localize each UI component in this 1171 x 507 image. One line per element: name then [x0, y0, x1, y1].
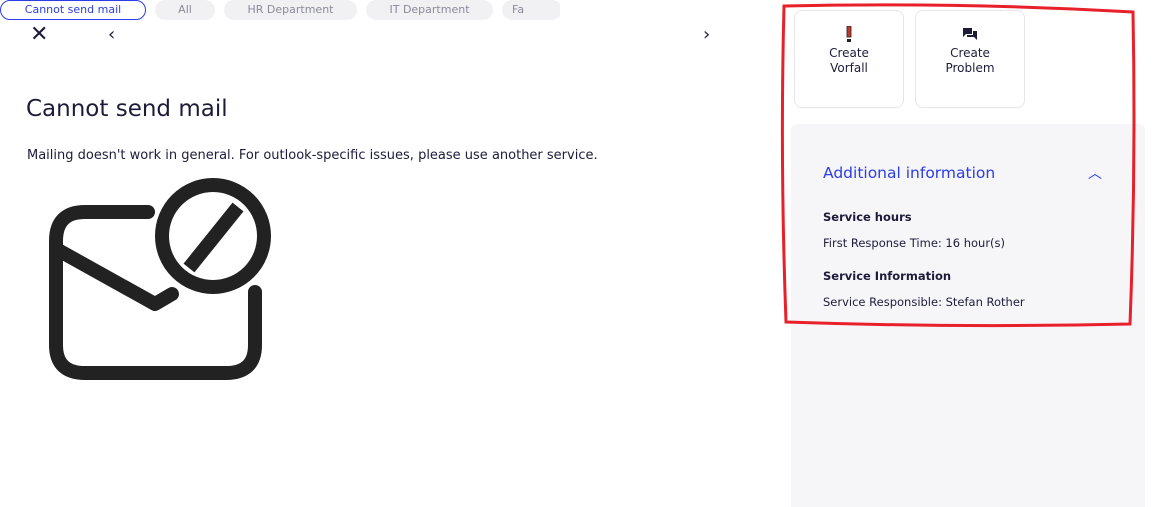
exclamation-icon [846, 26, 852, 42]
additional-info-title[interactable]: Additional information [823, 164, 995, 182]
create-problem-button[interactable]: Create Problem [915, 10, 1025, 108]
tab-fa[interactable]: Fa [502, 0, 560, 20]
chevron-up-icon[interactable]: ︿ [1088, 163, 1102, 183]
create-vorfall-button[interactable]: Create Vorfall [794, 10, 904, 108]
chat-bubbles-icon [963, 28, 977, 40]
action-label: Problem [945, 61, 995, 75]
chevron-right-icon[interactable]: › [703, 25, 710, 45]
service-hours-value: First Response Time: 16 hour(s) [823, 236, 1006, 250]
tab-it-department[interactable]: IT Department [366, 0, 493, 20]
mail-blocked-icon [49, 178, 271, 380]
service-hours-label: Service hours [823, 210, 912, 224]
service-info-label: Service Information [823, 269, 952, 283]
action-label: Vorfall [830, 61, 868, 75]
action-label: Create [950, 46, 990, 60]
action-label: Create [829, 46, 869, 60]
service-info-value: Service Responsible: Stefan Rother [823, 295, 1025, 309]
